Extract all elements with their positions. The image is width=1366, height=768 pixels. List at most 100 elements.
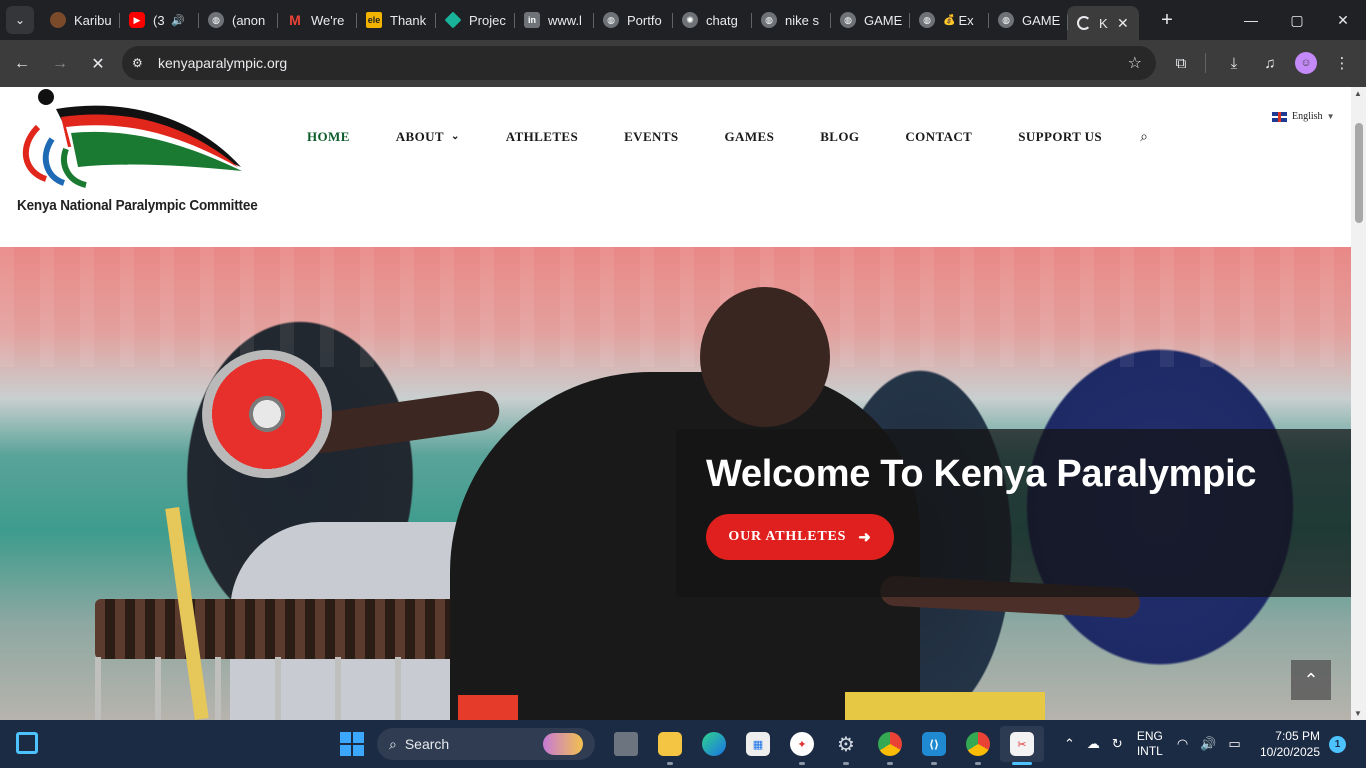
toolbar-actions: ⧉ ⤓ ♫ ☺ ⋮ — [1161, 47, 1358, 79]
download-icon[interactable]: ⤓ — [1218, 47, 1250, 79]
scroll-to-top-button[interactable]: ⌃ — [1291, 660, 1331, 700]
org-name: Kenya National Paralympic Committee — [17, 197, 258, 214]
browser-tab[interactable]: ▶ (3 🔊 — [119, 4, 198, 36]
media-control-icon[interactable]: ♫ — [1254, 47, 1286, 79]
linkedin-icon: in — [524, 12, 540, 28]
new-tab-button[interactable]: + — [1155, 9, 1179, 32]
wifi-icon[interactable]: ◠ — [1177, 736, 1188, 752]
onedrive-icon[interactable]: ☁ — [1087, 736, 1100, 752]
input-language[interactable]: ENG INTL — [1137, 729, 1163, 759]
chevron-up-icon: ⌃ — [1303, 669, 1319, 690]
sync-icon[interactable]: ↻ — [1112, 736, 1123, 752]
arrow-left-icon: ← — [14, 54, 30, 72]
menu-kebab-icon[interactable]: ⋮ — [1326, 47, 1358, 79]
edge-button[interactable] — [692, 726, 736, 762]
profile-avatar[interactable]: ☺ — [1290, 47, 1322, 79]
gear-icon: ⚙ — [837, 733, 855, 756]
chevron-up-icon[interactable]: ⌃ — [1064, 736, 1075, 752]
file-explorer-button[interactable] — [648, 726, 692, 765]
nav-about[interactable]: ABOUT ⌄ — [396, 129, 460, 145]
youtube-icon: ▶ — [129, 12, 145, 28]
site-settings-icon[interactable]: ⚙ — [132, 56, 148, 70]
notification-badge[interactable]: 1 — [1329, 736, 1346, 753]
our-athletes-button[interactable]: OUR ATHLETES ➜ — [706, 514, 894, 560]
snipping-tool-icon: ✂ — [1010, 732, 1034, 756]
browser-tab[interactable]: ele Thank — [356, 4, 435, 36]
close-icon: ✕ — [91, 55, 105, 73]
hero-photo-bench-legs — [95, 657, 495, 720]
nav-contact[interactable]: CONTACT — [905, 129, 972, 145]
nav-games[interactable]: GAMES — [725, 129, 775, 145]
caret-down-icon: ▼ — [1326, 112, 1335, 121]
browser-tab-bar: ⌄ Karibu ▶ (3 🔊 ◍ (anon M We're ele Thank Pro… — [0, 0, 1366, 40]
audio-icon[interactable]: 🔊 — [171, 14, 185, 27]
browser-tab[interactable]: ◍ 💰 Ex — [909, 4, 988, 36]
tab-strip: Karibu ▶ (3 🔊 ◍ (anon M We're ele Thank Proje… — [40, 0, 1139, 40]
search-highlight-icon — [543, 733, 583, 755]
settings-button[interactable]: ⚙ — [824, 726, 868, 765]
close-window-button[interactable]: ✕ — [1320, 0, 1366, 40]
hero-title: Welcome To Kenya Paralympic — [706, 453, 1257, 495]
avatar: ☺ — [1295, 52, 1317, 74]
chrome-profile-button[interactable] — [868, 726, 912, 765]
vscode-icon: ⟨⟩ — [922, 732, 946, 756]
maximize-button[interactable]: ▢ — [1274, 0, 1320, 40]
browser-tab[interactable]: M We're — [277, 4, 356, 36]
browser-tab[interactable]: ◍ Portfo — [593, 4, 672, 36]
widgets-icon[interactable] — [16, 732, 38, 754]
browser-tab[interactable]: ◍ nike s — [751, 4, 830, 36]
scroll-up-arrow-icon[interactable]: ▲ — [1354, 89, 1362, 98]
nav-support-us[interactable]: SUPPORT US — [1018, 129, 1102, 145]
globe-icon: ◍ — [919, 12, 935, 28]
browser-tab[interactable]: in www.l — [514, 4, 593, 36]
start-button[interactable] — [340, 732, 364, 756]
taskbar-search[interactable]: ⌕ Search — [377, 728, 595, 760]
stop-loading-button[interactable]: ✕ — [82, 48, 114, 80]
hero-banner: Welcome To Kenya Paralympic OUR ATHLETES… — [0, 247, 1351, 720]
arrow-right-icon: → — [52, 54, 68, 72]
moneybag-icon: 💰 — [943, 14, 956, 26]
browser-tab-active[interactable]: K ✕ — [1067, 6, 1139, 40]
nav-events[interactable]: EVENTS — [624, 129, 678, 145]
url-text[interactable]: kenyaparalympic.org — [158, 55, 287, 71]
hero-photo-stands — [0, 247, 1351, 367]
taskbar-clock[interactable]: 7:05 PM 10/20/2025 — [1252, 728, 1320, 760]
browser-tab[interactable]: Projec — [435, 4, 514, 36]
browser-toolbar: ← → ✕ ⚙ kenyaparalympic.org ☆ ⧉ ⤓ ♫ ☺ ⋮ — [0, 40, 1366, 87]
nav-home[interactable]: HOME — [307, 129, 350, 145]
scrollbar-thumb[interactable] — [1355, 123, 1363, 223]
uk-flag-icon — [1272, 111, 1287, 122]
main-nav: HOME ABOUT ⌄ ATHLETES EVENTS GAMES BLOG C… — [307, 128, 1148, 145]
store-button[interactable]: ▦ — [736, 726, 780, 762]
volume-icon[interactable]: 🔊 — [1200, 736, 1216, 752]
task-view-button[interactable] — [604, 726, 648, 762]
scroll-down-arrow-icon[interactable]: ▼ — [1354, 709, 1362, 718]
browser-tab[interactable]: ◍ GAME — [988, 4, 1067, 36]
forward-button[interactable]: → — [44, 48, 76, 80]
battery-icon[interactable]: ▭ — [1228, 736, 1240, 752]
browser-tab[interactable]: Karibu — [40, 4, 119, 36]
search-icon[interactable]: ⌕ — [1140, 128, 1148, 145]
browser-tab[interactable]: ◍ (anon — [198, 4, 277, 36]
tab-search-button[interactable]: ⌄ — [6, 6, 34, 34]
back-button[interactable]: ← — [6, 48, 38, 80]
hero-photo-detail — [458, 695, 518, 720]
extensions-icon[interactable]: ⧉ — [1165, 47, 1197, 79]
browser-tab[interactable]: ◍ GAME — [830, 4, 909, 36]
snipping-tool-button[interactable]: ✂ — [1000, 726, 1044, 765]
browser-tab[interactable]: ✺ chatg — [672, 4, 751, 36]
address-bar[interactable]: ⚙ kenyaparalympic.org ☆ — [122, 46, 1156, 80]
chrome-button[interactable] — [956, 726, 1000, 765]
nav-athletes[interactable]: ATHLETES — [506, 129, 578, 145]
nav-blog[interactable]: BLOG — [820, 129, 859, 145]
vscode-button[interactable]: ⟨⟩ — [912, 726, 956, 765]
minimize-button[interactable]: — — [1228, 0, 1274, 40]
page-scrollbar[interactable]: ▲ ▼ — [1351, 87, 1366, 720]
bookmark-star-icon[interactable]: ☆ — [1128, 53, 1142, 73]
edge-icon — [702, 732, 726, 756]
language-selector[interactable]: English ▼ — [1272, 111, 1334, 122]
globe-icon: ◍ — [603, 12, 619, 28]
system-tray: ⌃ ☁ ↻ ENG INTL ◠ 🔊 ▭ — [1058, 720, 1247, 768]
close-tab-icon[interactable]: ✕ — [1117, 15, 1129, 32]
compass-app-button[interactable]: ✦ — [780, 726, 824, 765]
